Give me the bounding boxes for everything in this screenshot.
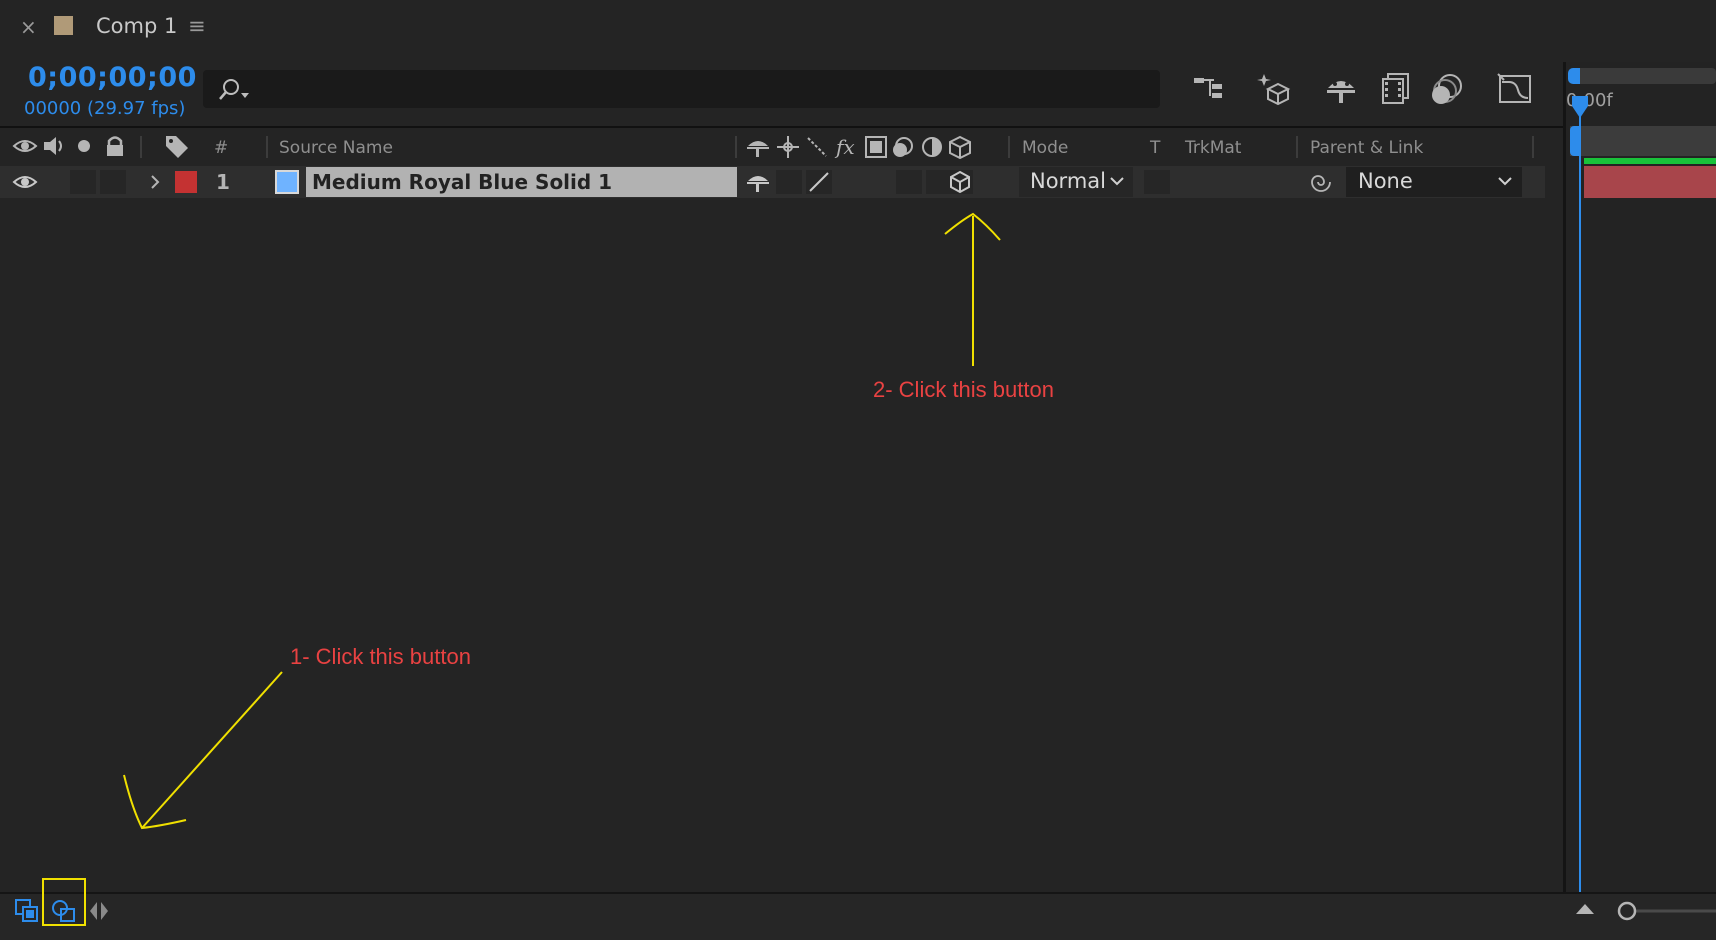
bottom-toolbar (0, 892, 1716, 940)
collapse-switch-header-icon (777, 136, 799, 158)
layer-search-box[interactable] (203, 70, 1160, 108)
graph-editor-icon[interactable] (1496, 70, 1534, 108)
layer-switches (747, 170, 973, 194)
motion-blur-icon[interactable] (1428, 70, 1466, 108)
header-separator (140, 136, 142, 158)
frame-blend-switch-header-icon (865, 136, 887, 158)
header-separator (735, 136, 737, 158)
layer-quality-switch-icon (806, 170, 832, 194)
layer-label-color[interactable] (175, 171, 197, 193)
composition-swatch (54, 16, 73, 35)
time-navigator-bar[interactable] (1572, 68, 1716, 84)
video-eye-icon[interactable] (12, 136, 38, 156)
layer-switches-toggle-icon[interactable] (14, 898, 40, 924)
annotation-arrow-2 (944, 212, 1001, 366)
zoom-slider[interactable] (1614, 900, 1716, 922)
work-area-bar[interactable] (1570, 126, 1716, 156)
layer-motion-blur-switch (896, 170, 922, 194)
label-tag-icon[interactable] (164, 134, 190, 158)
layer-3d-switch-icon (947, 170, 973, 194)
switches-header-icons: fx (747, 135, 971, 160)
layer-visibility-eye-icon[interactable] (12, 172, 38, 192)
layer-duration-bar[interactable] (1584, 166, 1716, 198)
shy-switch-header-icon (747, 141, 769, 157)
parent-link-header: Parent & Link (1310, 138, 1424, 158)
tab-title[interactable]: Comp 1 (96, 14, 177, 38)
frame-count-display: 00000 (29.97 fps) (24, 98, 186, 119)
motion-blur-switch-header-icon (893, 137, 913, 157)
lock-icon[interactable] (104, 134, 126, 158)
header-separator (1008, 136, 1010, 158)
composition-mini-flowchart-icon[interactable] (1190, 70, 1228, 108)
annotation-step-1: 1- Click this button (290, 644, 471, 669)
draft-3d-icon[interactable] (1256, 70, 1294, 108)
source-name-header[interactable]: Source Name (279, 138, 393, 158)
mode-header: Mode (1022, 138, 1069, 158)
panel-menu-icon[interactable]: ≡ (188, 14, 206, 38)
parent-value: None (1358, 169, 1413, 193)
effects-switch-header-icon: fx (834, 135, 855, 159)
blend-mode-value: Normal (1030, 169, 1106, 193)
solo-dot-icon[interactable] (76, 138, 92, 154)
timeline-panel: × Comp 1 ≡ 0;00;00;00 00000 (29.97 fps) (0, 0, 1716, 940)
layer-number-header: # (214, 138, 229, 158)
parent-pick-whip-icon[interactable] (1308, 169, 1334, 195)
expand-chevron-icon[interactable] (148, 174, 162, 190)
frame-blending-icon[interactable] (1378, 70, 1416, 108)
layer-name[interactable]: Medium Royal Blue Solid 1 (312, 170, 612, 194)
track-matte-switch[interactable] (1144, 170, 1170, 194)
header-divider (0, 126, 1563, 128)
3d-layer-switch-header-icon (949, 135, 971, 160)
header-separator (266, 136, 268, 158)
layer-shy-switch-icon (747, 176, 769, 192)
header-separator (1532, 136, 1534, 158)
track-matte-t-header: T (1150, 138, 1161, 158)
current-time-display[interactable]: 0;00;00;00 (28, 62, 197, 93)
mode-chevron-down-icon[interactable] (1108, 174, 1126, 188)
highlight-box-annotation (42, 878, 86, 926)
zoom-out-mountain-icon[interactable] (1574, 902, 1596, 916)
trkmat-header: TrkMat (1185, 138, 1242, 158)
audio-speaker-icon[interactable] (42, 134, 68, 158)
solid-source-swatch (275, 170, 299, 194)
panel-tab-bar: × Comp 1 ≡ (0, 0, 1716, 56)
layer-solo-switch[interactable] (70, 170, 96, 194)
layer-number: 1 (216, 170, 230, 194)
render-cache-indicator (1584, 158, 1716, 164)
layer-collapse-switch (776, 170, 802, 194)
annotation-arrow-1 (123, 671, 283, 830)
playhead-line[interactable] (1579, 96, 1581, 892)
annotation-step-2: 2- Click this button (873, 377, 1054, 402)
shy-layers-icon[interactable] (1322, 70, 1360, 108)
header-separator (1296, 136, 1298, 158)
search-input[interactable] (259, 74, 1143, 104)
time-navigator-start-handle[interactable] (1568, 68, 1580, 84)
adjustment-layer-switch-header-icon (922, 137, 942, 157)
playhead-icon[interactable] (1570, 94, 1590, 122)
parent-chevron-down-icon[interactable] (1496, 174, 1514, 188)
layer-lock-switch[interactable] (100, 170, 126, 194)
search-icon (219, 79, 249, 100)
close-tab-icon[interactable]: × (20, 16, 37, 38)
in-out-duration-toggle-icon[interactable] (88, 898, 110, 924)
quality-switch-header-icon (807, 137, 827, 157)
